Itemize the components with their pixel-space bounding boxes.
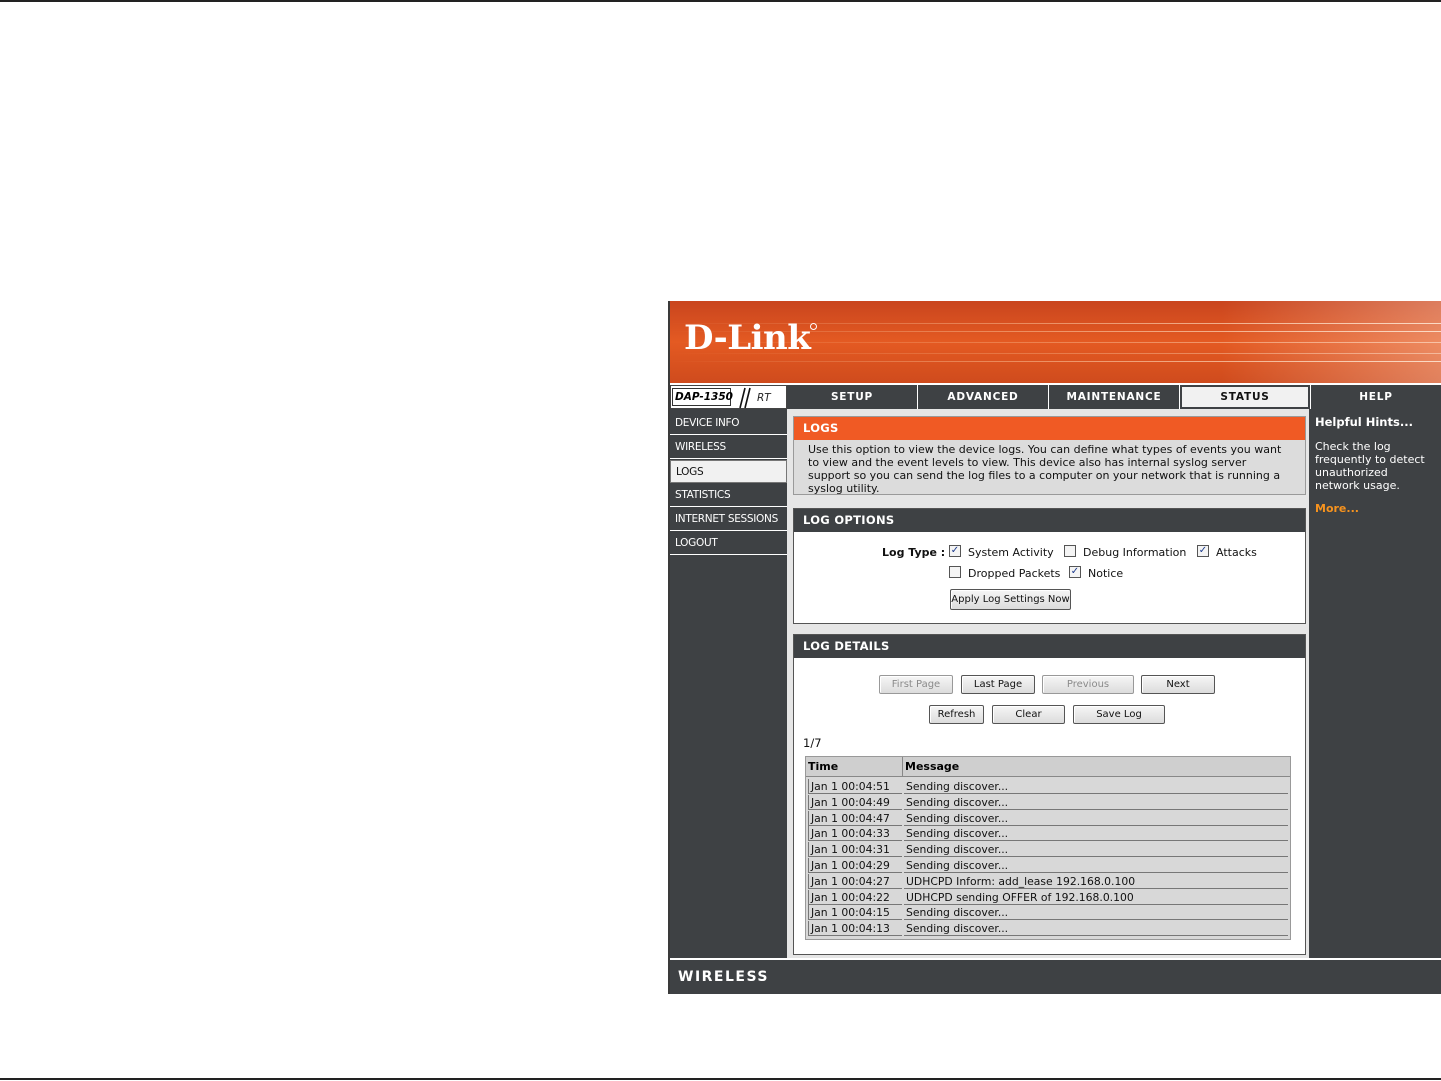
checkbox-dropped-packets[interactable]: [949, 566, 961, 578]
table-row: Jan 1 00:04:15 Sending discover...: [806, 905, 1290, 921]
log-time: Jan 1 00:04:33: [808, 826, 902, 842]
log-type-label: Log Type :: [882, 546, 946, 559]
logs-title: LOGS: [794, 417, 1305, 440]
model-badge: DAP-1350 RT: [670, 385, 787, 409]
label-attacks: Attacks: [1216, 546, 1257, 559]
apply-log-settings-button[interactable]: Apply Log Settings Now: [950, 589, 1071, 610]
label-debug-information: Debug Information: [1083, 546, 1187, 559]
log-time: Jan 1 00:04:15: [808, 905, 902, 921]
log-message: Sending discover...: [904, 795, 1288, 810]
log-details-box: LOG DETAILS First Page Last Page Previou…: [793, 634, 1306, 955]
table-row: Jan 1 00:04:49 Sending discover...: [806, 794, 1290, 811]
tab-status[interactable]: STATUS: [1180, 385, 1310, 409]
top-navigation: DAP-1350 RT SETUP ADVANCED MAINTENANCE S…: [670, 385, 1441, 409]
model-revision: RT: [757, 392, 771, 404]
log-message: Sending discover...: [904, 842, 1288, 858]
checkbox-notice[interactable]: ✓: [1069, 566, 1081, 578]
slashes-icon: [739, 387, 751, 409]
logs-intro-box: LOGS Use this option to view the device …: [793, 416, 1306, 495]
log-details-title: LOG DETAILS: [794, 635, 1305, 658]
help-panel: Helpful Hints... Check the log frequentl…: [1309, 409, 1441, 958]
tab-maintenance[interactable]: MAINTENANCE: [1049, 385, 1179, 409]
log-message: Sending discover...: [904, 826, 1288, 842]
log-time: Jan 1 00:04:51: [808, 779, 902, 794]
log-message: Sending discover...: [904, 779, 1288, 794]
log-message: UDHCPD Inform: add_lease 192.168.0.100: [904, 874, 1288, 889]
table-row: Jan 1 00:04:47 Sending discover...: [806, 810, 1290, 827]
clear-button[interactable]: Clear: [992, 705, 1065, 724]
log-message: UDHCPD sending OFFER of 192.168.0.100: [904, 890, 1288, 905]
model-name: DAP-1350: [672, 388, 733, 406]
label-system-activity: System Activity: [968, 546, 1054, 559]
log-table: Time Message Jan 1 00:04:51 Sending disco…: [805, 756, 1291, 940]
sidebar: DEVICE INFO WIRELESS LOGS STATISTICS INT…: [670, 409, 787, 958]
dlink-logo: D-Link: [684, 318, 811, 358]
log-time: Jan 1 00:04:29: [808, 857, 902, 873]
tab-help[interactable]: HELP: [1311, 385, 1441, 409]
checkbox-debug-information[interactable]: [1064, 545, 1076, 557]
sidebar-item-device-info[interactable]: DEVICE INFO: [670, 412, 787, 435]
tab-advanced[interactable]: ADVANCED: [918, 385, 1048, 409]
sidebar-item-internet-sessions[interactable]: INTERNET SESSIONS: [670, 508, 787, 531]
log-options-title: LOG OPTIONS: [794, 509, 1305, 532]
label-notice: Notice: [1088, 567, 1124, 580]
refresh-button[interactable]: Refresh: [929, 705, 984, 724]
help-text: Check the log frequently to detect unaut…: [1315, 440, 1425, 492]
page-top-rule: [0, 0, 1441, 2]
page-indicator: 1/7: [803, 736, 822, 750]
table-row: Jan 1 00:04:27 UDHCPD Inform: add_lease 1…: [806, 873, 1290, 890]
logs-description: Use this option to view the device logs.…: [808, 443, 1282, 495]
table-row: Jan 1 00:04:22 UDHCPD sending OFFER of 19…: [806, 889, 1290, 906]
sidebar-item-logout[interactable]: LOGOUT: [670, 532, 787, 555]
registered-mark-icon: [810, 323, 817, 330]
log-message: Sending discover...: [904, 858, 1288, 873]
help-title: Helpful Hints...: [1315, 415, 1413, 429]
table-row: Jan 1 00:04:29 Sending discover...: [806, 857, 1290, 874]
tab-setup[interactable]: SETUP: [787, 385, 917, 409]
log-options-box: LOG OPTIONS Log Type : ✓ System Activity…: [793, 508, 1306, 624]
table-row: Jan 1 00:04:31 Sending discover...: [806, 842, 1290, 858]
header-banner: D-Link: [670, 301, 1441, 383]
footer-bar: WIRELESS: [670, 958, 1441, 994]
log-time: Jan 1 00:04:47: [808, 810, 902, 826]
page-bottom-rule: [0, 1078, 1441, 1080]
column-header-message: Message: [905, 760, 960, 773]
sidebar-item-statistics[interactable]: STATISTICS: [670, 484, 787, 507]
checkbox-system-activity[interactable]: ✓: [949, 545, 961, 557]
log-time: Jan 1 00:04:27: [808, 873, 902, 889]
footer-wireless-label: WIRELESS: [678, 969, 770, 985]
log-message: Sending discover...: [904, 905, 1288, 921]
help-more-link[interactable]: More...: [1315, 502, 1435, 515]
log-time: Jan 1 00:04:31: [808, 842, 902, 858]
sidebar-item-wireless[interactable]: WIRELESS: [670, 436, 787, 459]
next-button[interactable]: Next: [1141, 675, 1215, 694]
log-table-header: Time Message: [806, 757, 1290, 777]
log-time: Jan 1 00:04:49: [808, 794, 902, 810]
table-row: Jan 1 00:04:51 Sending discover...: [806, 779, 1290, 795]
main-content: LOGS Use this option to view the device …: [787, 409, 1309, 958]
log-time: Jan 1 00:04:13: [808, 921, 902, 937]
column-header-time: Time: [806, 757, 903, 777]
checkbox-attacks[interactable]: ✓: [1197, 545, 1209, 557]
log-time: Jan 1 00:04:22: [808, 889, 902, 905]
first-page-button[interactable]: First Page: [879, 675, 953, 694]
last-page-button[interactable]: Last Page: [961, 675, 1035, 694]
label-dropped-packets: Dropped Packets: [968, 567, 1061, 580]
table-row: Jan 1 00:04:13 Sending discover...: [806, 921, 1290, 937]
router-admin-ui: D-Link DAP-1350 RT SETUP ADVANCED MAINTE…: [668, 301, 1441, 994]
table-row: Jan 1 00:04:33 Sending discover...: [806, 826, 1290, 842]
sidebar-item-logs[interactable]: LOGS: [670, 460, 787, 483]
log-message: Sending discover...: [904, 921, 1288, 937]
log-message: Sending discover...: [904, 811, 1288, 826]
save-log-button[interactable]: Save Log: [1073, 705, 1165, 724]
previous-button[interactable]: Previous: [1042, 675, 1134, 694]
